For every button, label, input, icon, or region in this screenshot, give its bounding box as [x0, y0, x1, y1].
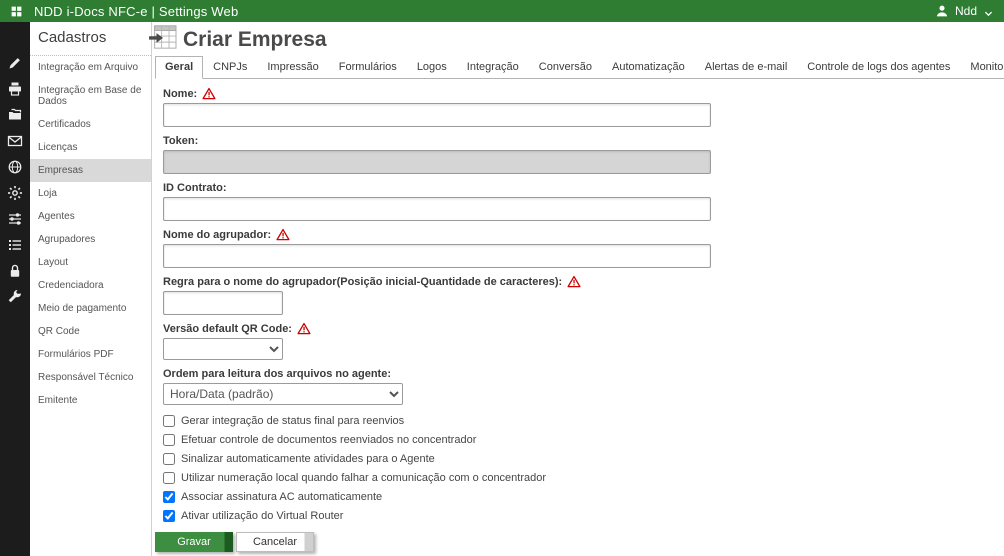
field-input-regra-nome-agrupador[interactable] [163, 291, 283, 315]
checkbox-group: Gerar integração de status final para re… [163, 414, 1004, 522]
sidebar-item-layout[interactable]: Layout [30, 251, 151, 274]
checkbox-label: Utilizar numeração local quando falhar a… [181, 472, 546, 484]
main-content: Criar Empresa GeralCNPJsImpressãoFormulá… [152, 22, 1004, 556]
sidebar-item-loja[interactable]: Loja [30, 182, 151, 205]
app-title: NDD i-Docs NFC-e | Settings Web [34, 4, 238, 19]
checkbox-sinalizar-automaticamente-atividades-para-o-agente[interactable]: Sinalizar automaticamente atividades par… [163, 452, 1004, 465]
checkbox-label: Gerar integração de status final para re… [181, 415, 404, 427]
sidebar-menu: Integração em ArquivoIntegração em Base … [30, 55, 151, 412]
wrench-icon[interactable] [7, 289, 23, 305]
field-select-ordem-leitura-arquivos[interactable]: Hora/Data (padrão) [163, 383, 403, 405]
tab-integracao[interactable]: Integração [457, 56, 529, 79]
field-input-nome-do-agrupador[interactable] [163, 244, 711, 268]
field-label-ordem-leitura-arquivos: Ordem para leitura dos arquivos no agent… [163, 368, 391, 380]
tab-conversao[interactable]: Conversão [529, 56, 602, 79]
field-label-regra-nome-agrupador: Regra para o nome do agrupador(Posição i… [163, 276, 562, 288]
user-menu[interactable]: Ndd [935, 4, 994, 18]
field-select-versao-default-qr-code[interactable] [163, 338, 283, 360]
lock-icon[interactable] [7, 263, 23, 279]
checkbox-input[interactable] [163, 434, 175, 446]
icon-strip [0, 22, 30, 556]
tab-bar: GeralCNPJsImpressãoFormuláriosLogosInteg… [155, 56, 1004, 79]
checkbox-utilizar-numeracao-local-quando-falhar-a-comunicacao-com-o-concentrador[interactable]: Utilizar numeração local quando falhar a… [163, 471, 1004, 484]
sidebar-item-licencas[interactable]: Licenças [30, 136, 151, 159]
checkbox-input[interactable] [163, 415, 175, 427]
field-input-nome[interactable] [163, 103, 711, 127]
sidebar-item-formularios-pdf[interactable]: Formulários PDF [30, 343, 151, 366]
sidebar-item-integracao-em-arquivo[interactable]: Integração em Arquivo [30, 56, 151, 79]
page-title: Criar Empresa [183, 28, 327, 52]
sidebar-item-integracao-em-base-de-dados[interactable]: Integração em Base de Dados [30, 79, 151, 113]
printer-icon[interactable] [7, 81, 23, 97]
tab-logos[interactable]: Logos [407, 56, 457, 79]
sidebar-item-emitente[interactable]: Emitente [30, 389, 151, 412]
criar-empresa-icon [148, 24, 178, 55]
checkbox-label: Associar assinatura AC automaticamente [181, 491, 382, 503]
field-label-versao-default-qr-code: Versão default QR Code: [163, 323, 292, 335]
save-button[interactable]: Gravar [155, 532, 233, 552]
sidebar: Cadastros Integração em ArquivoIntegraçã… [30, 22, 152, 556]
checkbox-efetuar-controle-de-documentos-reenviados-no-concentrador[interactable]: Efetuar controle de documentos reenviado… [163, 433, 1004, 446]
sidebar-item-responsavel-tecnico[interactable]: Responsável Técnico [30, 366, 151, 389]
form-buttons: Gravar Cancelar [155, 532, 1004, 552]
field-label-nome: Nome: [163, 88, 197, 100]
sidebar-item-qr-code[interactable]: QR Code [30, 320, 151, 343]
checkbox-label: Ativar utilização do Virtual Router [181, 510, 343, 522]
sidebar-item-empresas[interactable]: Empresas [30, 159, 151, 182]
sidebar-item-certificados[interactable]: Certificados [30, 113, 151, 136]
page-header: Criar Empresa [148, 22, 1004, 54]
tab-formularios[interactable]: Formulários [329, 56, 407, 79]
tab-geral[interactable]: Geral [155, 56, 203, 79]
sidebar-item-meio-de-pagamento[interactable]: Meio de pagamento [30, 297, 151, 320]
checkbox-input[interactable] [163, 491, 175, 503]
sidebar-item-agentes[interactable]: Agentes [30, 205, 151, 228]
folders-icon[interactable] [7, 107, 23, 123]
sidebar-item-agrupadores[interactable]: Agrupadores [30, 228, 151, 251]
field-input-id-contrato[interactable] [163, 197, 711, 221]
field-label-token: Token: [163, 135, 198, 147]
tab-automatizacao[interactable]: Automatização [602, 56, 695, 79]
gear-icon[interactable] [7, 185, 23, 201]
pencil-icon[interactable] [7, 55, 23, 71]
sidebar-heading: Cadastros [30, 22, 151, 55]
warning-icon [567, 275, 581, 288]
mail-icon[interactable] [7, 133, 23, 149]
warning-icon [202, 87, 216, 100]
tab-alertas-de-e-mail[interactable]: Alertas de e-mail [695, 56, 798, 79]
tab-controle-de-logs-dos-agentes[interactable]: Controle de logs dos agentes [797, 56, 960, 79]
checkbox-label: Efetuar controle de documentos reenviado… [181, 434, 476, 446]
checkbox-associar-assinatura-ac-automaticamente[interactable]: Associar assinatura AC automaticamente [163, 490, 1004, 503]
checkbox-input[interactable] [163, 510, 175, 522]
field-label-id-contrato: ID Contrato: [163, 182, 227, 194]
tab-impressao[interactable]: Impressão [257, 56, 328, 79]
warning-icon [297, 322, 311, 335]
form: Nome: Token: ID Contrato: Nome do agrupador… [155, 79, 1004, 552]
warning-icon [276, 228, 290, 241]
chevron-down-icon [983, 6, 994, 17]
checkbox-input[interactable] [163, 472, 175, 484]
tab-monitoramento-do-agente[interactable]: Monitoramento do Agente [960, 56, 1004, 79]
checkbox-input[interactable] [163, 453, 175, 465]
checkbox-gerar-integracao-de-status-final-para-reenvios[interactable]: Gerar integração de status final para re… [163, 414, 1004, 427]
user-icon [935, 4, 949, 18]
user-name: Ndd [955, 4, 977, 18]
globe-icon[interactable] [7, 159, 23, 175]
sliders-icon[interactable] [7, 211, 23, 227]
field-input-token[interactable] [163, 150, 711, 174]
sidebar-item-credenciadora[interactable]: Credenciadora [30, 274, 151, 297]
topbar: NDD i-Docs NFC-e | Settings Web Ndd [0, 0, 1004, 22]
cancel-button[interactable]: Cancelar [236, 532, 314, 552]
apps-grid-icon[interactable] [10, 5, 23, 18]
checkbox-ativar-utilizacao-do-virtual-router[interactable]: Ativar utilização do Virtual Router [163, 509, 1004, 522]
list-icon[interactable] [7, 237, 23, 253]
tab-cnpjs[interactable]: CNPJs [203, 56, 257, 79]
field-label-nome-do-agrupador: Nome do agrupador: [163, 229, 271, 241]
checkbox-label: Sinalizar automaticamente atividades par… [181, 453, 435, 465]
form-fields: Nome: Token: ID Contrato: Nome do agrupador… [163, 87, 1004, 405]
